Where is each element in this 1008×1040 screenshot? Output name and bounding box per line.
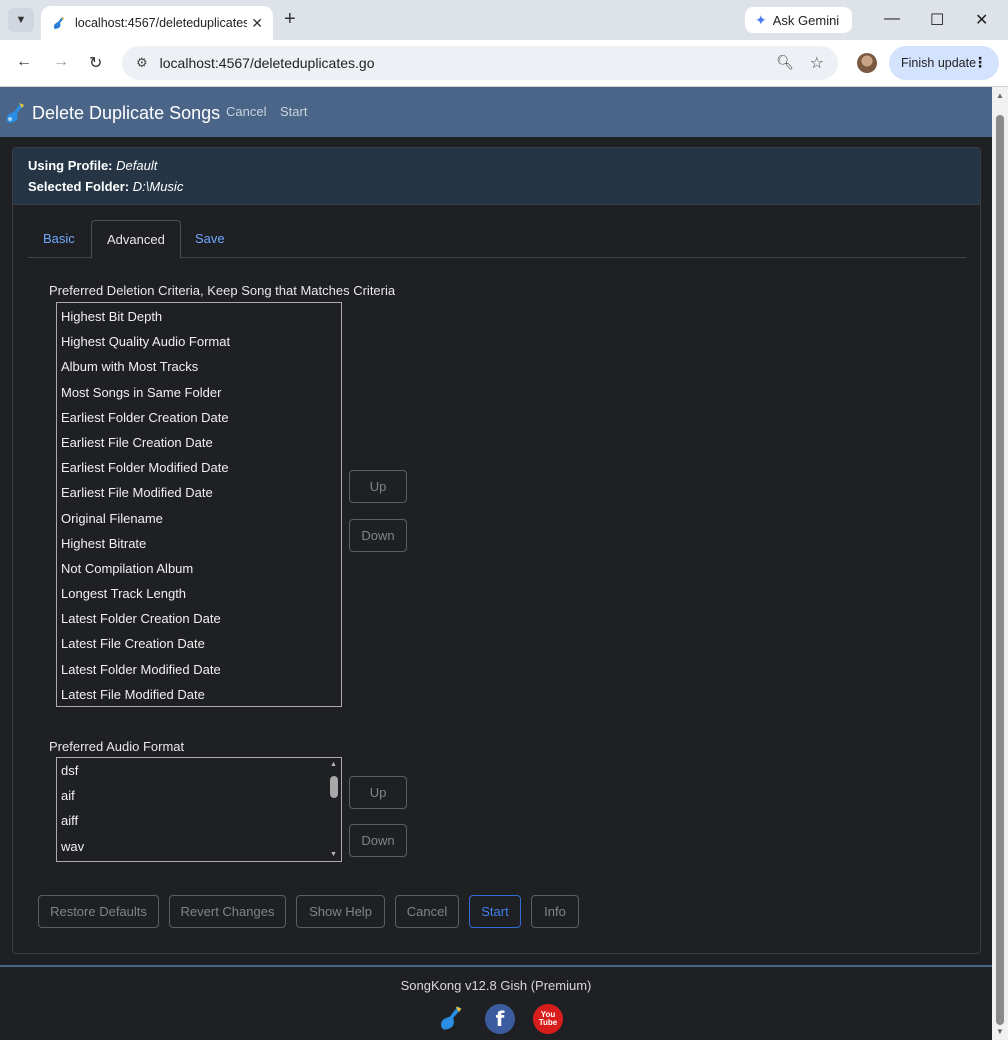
list-item[interactable]: Latest File Creation Date	[57, 631, 341, 656]
gemini-sparkle-icon: ✦	[755, 11, 767, 28]
profile-summary: Using Profile: Default Selected Folder: …	[13, 148, 980, 205]
browser-tab[interactable]: localhost:4567/deleteduplicates ✕	[41, 6, 273, 40]
format-down-button[interactable]: Down	[349, 824, 407, 857]
scroll-down-arrow-icon[interactable]: ▼	[330, 851, 337, 858]
new-tab-plus-icon[interactable]: +	[284, 9, 296, 29]
list-item[interactable]: aiff	[57, 808, 341, 833]
songkong-favicon-icon	[53, 17, 64, 29]
folder-line: Selected Folder: D:\Music	[28, 179, 183, 194]
header-start-link[interactable]: Start	[280, 104, 307, 119]
site-info-icon[interactable]: ⚙	[136, 55, 148, 71]
page-scroll-thumb[interactable]	[996, 115, 1004, 1025]
more-menu-icon[interactable]: ⋮	[973, 54, 987, 71]
audio-format-label: Preferred Audio Format	[49, 739, 185, 754]
youtube-icon[interactable]: You Tube	[533, 1004, 563, 1034]
list-item[interactable]: Earliest Folder Creation Date	[57, 405, 341, 430]
page-scroll-down-icon[interactable]: ▼	[996, 1027, 1004, 1036]
page-content: Delete Duplicate Songs Cancel Start Usin…	[0, 87, 992, 1040]
cancel-button[interactable]: Cancel	[395, 895, 459, 928]
list-item[interactable]: Earliest File Modified Date	[57, 480, 341, 505]
browser-tab-bar: ▼ localhost:4567/deleteduplicates ✕ + ✦ …	[0, 0, 1008, 40]
songkong-footer-logo-icon[interactable]	[438, 1004, 466, 1032]
browser-toolbar: ← → ↻ ⚙ localhost:4567/deleteduplicates.…	[0, 40, 1008, 87]
profile-line: Using Profile: Default	[28, 158, 157, 173]
revert-changes-button[interactable]: Revert Changes	[169, 895, 286, 928]
window-close-icon[interactable]: ✕	[975, 10, 988, 30]
profile-avatar[interactable]	[857, 53, 877, 73]
scroll-thumb[interactable]	[330, 776, 338, 798]
tab-save[interactable]: Save	[180, 220, 240, 258]
list-item[interactable]: Highest Quality Audio Format	[57, 329, 341, 354]
tab-search-button[interactable]: ▼	[8, 8, 34, 32]
page-title: Delete Duplicate Songs	[32, 103, 221, 123]
criteria-down-button[interactable]: Down	[349, 519, 407, 552]
scroll-up-arrow-icon[interactable]: ▲	[330, 761, 337, 768]
criteria-up-button[interactable]: Up	[349, 470, 407, 503]
version-text: SongKong v12.8 Gish (Premium)	[400, 978, 592, 993]
address-bar[interactable]: ⚙ localhost:4567/deleteduplicates.go 🔍︎ …	[122, 46, 838, 80]
url-text: localhost:4567/deleteduplicates.go	[159, 55, 375, 71]
show-help-button[interactable]: Show Help	[296, 895, 385, 928]
list-item[interactable]: aif	[57, 783, 341, 808]
footer-divider	[0, 965, 992, 967]
info-button[interactable]: Info	[531, 895, 579, 928]
tab-advanced[interactable]: Advanced	[91, 220, 181, 259]
header-cancel-link[interactable]: Cancel	[226, 104, 266, 119]
facebook-glyph: f	[495, 1007, 505, 1031]
deletion-criteria-label: Preferred Deletion Criteria, Keep Song t…	[49, 283, 396, 298]
profile-value: Default	[116, 158, 158, 173]
songkong-logo-icon	[6, 103, 24, 123]
bookmark-star-icon[interactable]: ☆	[810, 53, 824, 73]
zoom-magnifier-icon[interactable]: 🔍︎	[776, 54, 794, 71]
list-item[interactable]: Earliest File Creation Date	[57, 430, 341, 455]
folder-label: Selected Folder:	[28, 179, 130, 194]
youtube-label: You Tube	[538, 1010, 558, 1027]
reload-icon[interactable]: ↻	[89, 53, 102, 73]
facebook-icon[interactable]: f	[485, 1004, 515, 1034]
list-item[interactable]: Earliest Folder Modified Date	[57, 455, 341, 480]
list-item[interactable]: Latest Folder Modified Date	[57, 657, 341, 682]
list-item[interactable]: Not Compilation Album	[57, 556, 341, 581]
settings-panel: Using Profile: Default Selected Folder: …	[12, 147, 981, 954]
list-item[interactable]: Latest File Modified Date	[57, 682, 341, 706]
list-item[interactable]: Original Filename	[57, 506, 341, 531]
page-scroll-up-icon[interactable]: ▲	[996, 91, 1004, 100]
start-button[interactable]: Start	[469, 895, 521, 928]
audio-format-listbox[interactable]: dsf aif aiff wav ▲ ▼	[56, 757, 342, 862]
minimize-icon[interactable]: —	[884, 10, 900, 28]
page-scrollbar[interactable]: ▲ ▼	[992, 87, 1008, 1040]
maximize-icon[interactable]: ☐	[930, 10, 944, 30]
profile-label: Using Profile:	[28, 158, 113, 173]
back-arrow-icon[interactable]: ←	[16, 53, 32, 71]
list-item[interactable]: Longest Track Length	[57, 581, 341, 606]
forward-arrow-icon[interactable]: →	[53, 53, 69, 71]
list-item[interactable]: Highest Bitrate	[57, 531, 341, 556]
format-up-button[interactable]: Up	[349, 776, 407, 809]
app-header: Delete Duplicate Songs Cancel Start	[0, 87, 992, 137]
tab-basic[interactable]: Basic	[28, 220, 90, 258]
deletion-criteria-listbox[interactable]: Highest Bit Depth Highest Quality Audio F…	[56, 302, 342, 707]
restore-defaults-button[interactable]: Restore Defaults	[38, 895, 159, 928]
audio-format-scrollbar[interactable]: ▲ ▼	[327, 758, 341, 861]
close-icon[interactable]: ✕	[251, 15, 263, 32]
ask-gemini-label: Ask Gemini	[772, 12, 840, 28]
list-item[interactable]: wav	[57, 834, 341, 859]
list-item[interactable]: Highest Bit Depth	[57, 304, 341, 329]
tab-title: localhost:4567/deleteduplicates	[75, 16, 247, 30]
chevron-down-icon: ▼	[15, 14, 27, 26]
list-item[interactable]: dsf	[57, 758, 341, 783]
list-item[interactable]: Most Songs in Same Folder	[57, 380, 341, 405]
list-item[interactable]: Latest Folder Creation Date	[57, 606, 341, 631]
ask-gemini-button[interactable]: ✦ Ask Gemini	[745, 7, 852, 33]
list-item[interactable]: Album with Most Tracks	[57, 354, 341, 379]
finish-update-label: Finish update	[901, 56, 977, 70]
folder-value: D:\Music	[132, 179, 184, 194]
settings-tabs: Basic Advanced Save	[28, 220, 966, 259]
finish-update-button[interactable]: Finish update ⋮	[889, 46, 999, 80]
